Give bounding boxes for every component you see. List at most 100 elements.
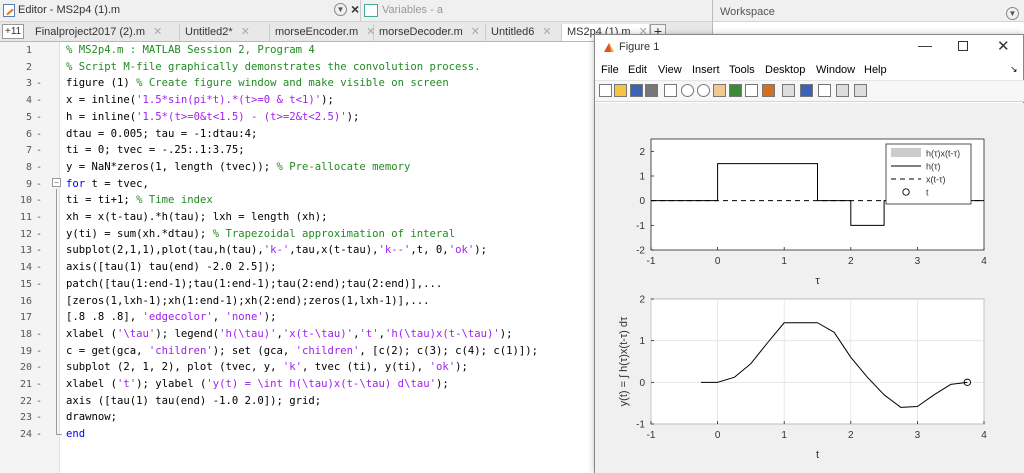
tab-untitled6[interactable]: Untitled6 ✕	[486, 24, 562, 41]
axes-box[interactable]	[650, 298, 985, 425]
code-line[interactable]: h = inline('1.5*(t>=0&t<1.5) - (t>=2&t<2…	[66, 111, 359, 123]
code-comment: % Trapezoidal approximation of interal	[212, 227, 456, 240]
close-editor-icon[interactable]: ×	[351, 1, 359, 17]
line-number: 7	[25, 145, 32, 157]
tab-label: Finalproject2017 (2).m	[35, 26, 146, 38]
link-icon[interactable]	[782, 84, 795, 97]
code-line[interactable]: c = get(gca, 'children'); set (gca, 'chi…	[66, 345, 538, 357]
breakpoint-marker[interactable]: -	[36, 429, 42, 440]
editor-options-icon[interactable]: ▼	[334, 3, 347, 16]
code-string: '1.5*sin(pi*t).*(t>=0 & t<1)'	[136, 94, 322, 107]
code-line[interactable]: xh = x(t-tau).*h(tau); lxh = length (xh)…	[66, 211, 328, 223]
breakpoint-marker[interactable]: -	[36, 195, 42, 206]
breakpoint-marker[interactable]: -	[36, 279, 42, 290]
code-line[interactable]: for t = tvec,	[66, 178, 149, 190]
pointer-icon[interactable]	[664, 84, 677, 97]
rotate-icon[interactable]	[729, 84, 742, 97]
tab-untitled2[interactable]: Untitled2* ✕	[180, 24, 270, 41]
data-cursor-icon[interactable]	[745, 84, 758, 97]
workspace-options-icon[interactable]: ▼	[1006, 7, 1019, 20]
show-plot-tools-icon[interactable]	[854, 84, 867, 97]
save-icon[interactable]	[630, 84, 643, 97]
code-line[interactable]: drawnow;	[66, 411, 117, 423]
breakpoint-marker[interactable]: -	[36, 78, 42, 89]
pan-icon[interactable]	[713, 84, 726, 97]
breakpoint-marker[interactable]: -	[36, 262, 42, 273]
code-line[interactable]: y = NaN*zeros(1, length (tvec)); % Pre-a…	[66, 161, 410, 173]
plot-area[interactable]: -1 0 1 2 3 4-2-1012τh(τ)x(t-τ)h(τ)x(t-τ)t-1 0 1…	[595, 103, 1024, 473]
print-icon[interactable]	[645, 84, 658, 97]
menu-help[interactable]: Help	[864, 64, 887, 76]
menu-desktop[interactable]: Desktop	[765, 64, 805, 76]
zoom-in-icon[interactable]	[681, 84, 694, 97]
fold-guide-end	[56, 434, 62, 435]
close-tab-icon[interactable]: ✕	[153, 26, 162, 38]
code-line[interactable]: subplot (2, 1, 2), plot (tvec, y, 'k', t…	[66, 361, 468, 373]
fold-toggle-icon[interactable]: −	[52, 178, 61, 187]
y-tick-label: 1	[639, 172, 645, 183]
hide-plot-tools-icon[interactable]	[836, 84, 849, 97]
code-line[interactable]: y(ti) = sum(xh.*dtau); % Trapezoidal app…	[66, 228, 455, 240]
tab-morseencoder[interactable]: morseEncoder.m ✕	[270, 24, 375, 41]
code-line[interactable]: subplot(2,1,1),plot(tau,h(tau),'k-',tau,…	[66, 244, 487, 256]
y-tick-label: -1	[636, 221, 645, 232]
code-line[interactable]: xlabel ('t'); ylabel ('y(t) = \int h(\ta…	[66, 378, 449, 390]
menu-window[interactable]: Window	[816, 64, 855, 76]
breakpoint-marker[interactable]: -	[36, 379, 42, 390]
breakpoint-marker[interactable]: -	[36, 245, 42, 256]
tab-label: morseDecoder.m	[379, 26, 463, 38]
code-line[interactable]: % Script M-file graphically demonstrates…	[66, 61, 481, 73]
breakpoint-marker[interactable]: -	[36, 145, 42, 156]
breakpoint-marker[interactable]: -	[36, 95, 42, 106]
code-line[interactable]: % MS2p4.m : MATLAB Session 2, Program 4	[66, 44, 315, 56]
maximize-button[interactable]	[958, 41, 968, 51]
line-number: 11	[19, 212, 32, 223]
close-tab-icon[interactable]: ✕	[542, 26, 551, 38]
code-line[interactable]: end	[66, 428, 85, 440]
code-line[interactable]: dtau = 0.005; tau = -1:dtau:4;	[66, 128, 257, 140]
code-line[interactable]: ti = 0; tvec = -.25:.1:3.75;	[66, 144, 245, 156]
breakpoint-marker[interactable]: -	[36, 396, 42, 407]
menu-tools[interactable]: Tools	[729, 64, 755, 76]
brush-icon[interactable]	[762, 84, 775, 97]
code-line[interactable]: [zeros(1,lxh-1);xh(1:end-1);xh(2:end);ze…	[66, 295, 430, 307]
code-text: xlabel (	[66, 378, 118, 390]
code-text: patch([tau(1:end-1);tau(1:end-1);tau(2:e…	[66, 277, 443, 290]
code-line[interactable]: [.8 .8 .8], 'edgecolor', 'none');	[66, 311, 277, 323]
legend-icon[interactable]	[818, 84, 831, 97]
open-folder-icon[interactable]	[614, 84, 627, 97]
breakpoint-marker[interactable]: -	[36, 346, 42, 357]
colorbar-icon[interactable]	[800, 84, 813, 97]
breakpoint-marker[interactable]: -	[36, 212, 42, 223]
hidden-tabs-indicator[interactable]: +11	[2, 24, 25, 39]
zoom-out-icon[interactable]	[697, 84, 710, 97]
code-line[interactable]: xlabel ('\tau'); legend('h(\tau)','x(t-\…	[66, 328, 513, 340]
code-line[interactable]: axis([tau(1) tau(end) -2.0 2.5]);	[66, 261, 276, 273]
tab-finalproject2017[interactable]: Finalproject2017 (2).m ✕	[30, 24, 180, 41]
menu-view[interactable]: View	[658, 64, 682, 76]
breakpoint-marker[interactable]: -	[36, 162, 42, 173]
breakpoint-marker[interactable]: -	[36, 229, 42, 240]
x-tick-label: 1	[781, 256, 787, 267]
breakpoint-marker[interactable]: -	[36, 362, 42, 373]
breakpoint-marker[interactable]: -	[36, 412, 42, 423]
new-file-icon[interactable]	[599, 84, 612, 97]
close-figure-button[interactable]: ✕	[997, 37, 1010, 55]
code-line[interactable]: figure (1) % Create figure window and ma…	[66, 77, 449, 89]
close-tab-icon[interactable]: ✕	[241, 26, 250, 38]
undock-arrow-icon[interactable]: ↘	[1010, 64, 1018, 75]
menu-insert[interactable]: Insert	[692, 64, 720, 76]
menu-file[interactable]: File	[601, 64, 619, 76]
breakpoint-marker[interactable]: -	[36, 329, 42, 340]
code-line[interactable]: x = inline('1.5*sin(pi*t).*(t>=0 & t<1)'…	[66, 94, 334, 106]
breakpoint-marker[interactable]: -	[36, 179, 42, 190]
breakpoint-marker[interactable]: -	[36, 112, 42, 123]
code-line[interactable]: patch([tau(1:end-1);tau(1:end-1);tau(2:e…	[66, 278, 442, 290]
close-tab-icon[interactable]: ✕	[471, 26, 480, 38]
code-line[interactable]: axis ([tau(1) tau(end) -1.0 2.0]); grid;	[66, 395, 321, 407]
breakpoint-marker[interactable]: -	[36, 129, 42, 140]
menu-edit[interactable]: Edit	[628, 64, 647, 76]
tab-morsedecoder[interactable]: morseDecoder.m ✕	[374, 24, 486, 41]
minimize-button[interactable]: —	[918, 37, 932, 53]
code-line[interactable]: ti = ti+1; % Time index	[66, 194, 213, 206]
